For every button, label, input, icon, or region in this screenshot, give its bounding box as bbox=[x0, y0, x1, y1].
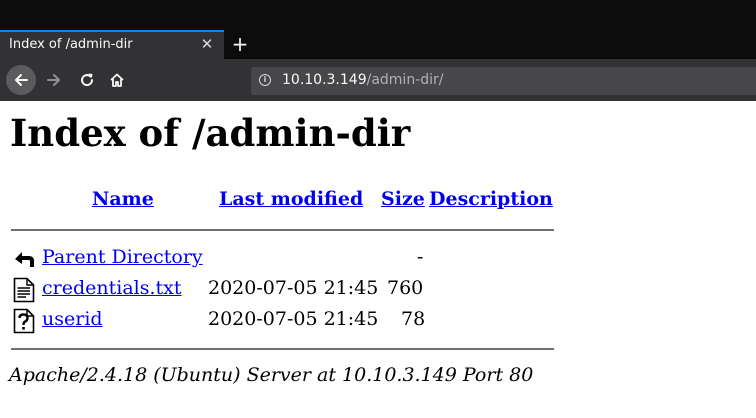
column-header-size[interactable]: Size bbox=[381, 188, 425, 210]
home-icon bbox=[110, 73, 124, 87]
reload-icon bbox=[81, 73, 94, 87]
column-header-last-modified[interactable]: Last modified bbox=[219, 188, 363, 210]
text-file-icon bbox=[13, 277, 35, 303]
url-host: 10.10.3.149 bbox=[282, 72, 367, 88]
modified-cell: 2020-07-05 21:45 bbox=[208, 308, 379, 330]
unknown-file-icon bbox=[13, 308, 35, 334]
size-cell: 78 bbox=[401, 308, 426, 330]
column-header-description[interactable]: Description bbox=[429, 188, 553, 210]
modified-cell: 2020-07-05 21:45 bbox=[208, 277, 379, 299]
parent-directory-icon bbox=[15, 252, 34, 267]
browser-chrome: Index of /admin-dir ✕ + i 10.10.3.149/ad… bbox=[0, 0, 756, 101]
footer-divider bbox=[11, 348, 554, 350]
forward-button[interactable] bbox=[39, 65, 69, 95]
close-icon[interactable]: ✕ bbox=[199, 35, 215, 53]
new-tab-button[interactable]: + bbox=[230, 33, 250, 55]
home-button[interactable] bbox=[102, 65, 132, 95]
url-text[interactable]: 10.10.3.149/admin-dir/ bbox=[282, 72, 444, 88]
reload-button[interactable] bbox=[72, 65, 102, 95]
directory-listing-page: Index of /admin-dir Name Last modified S… bbox=[0, 101, 756, 418]
file-link-userid[interactable]: userid bbox=[42, 308, 103, 330]
server-signature: Apache/2.4.18 (Ubuntu) Server at 10.10.3… bbox=[9, 364, 534, 386]
arrow-right-icon bbox=[47, 74, 60, 86]
tab-strip: Index of /admin-dir ✕ + bbox=[0, 0, 756, 59]
page-title: Index of /admin-dir bbox=[10, 111, 411, 155]
parent-directory-link[interactable]: Parent Directory bbox=[42, 246, 203, 268]
tab-admin-dir[interactable]: Index of /admin-dir ✕ bbox=[0, 30, 224, 59]
back-button[interactable] bbox=[6, 65, 36, 95]
info-icon[interactable]: i bbox=[259, 74, 271, 86]
arrow-left-icon bbox=[15, 74, 28, 86]
navigation-toolbar: i 10.10.3.149/admin-dir/ bbox=[0, 59, 756, 101]
url-path: /admin-dir/ bbox=[366, 72, 444, 88]
size-cell: 760 bbox=[387, 277, 424, 299]
tab-title: Index of /admin-dir bbox=[9, 37, 133, 52]
header-divider bbox=[11, 229, 554, 231]
address-bar[interactable]: i 10.10.3.149/admin-dir/ bbox=[251, 67, 756, 95]
column-header-name[interactable]: Name bbox=[92, 188, 154, 210]
size-cell: - bbox=[417, 246, 424, 268]
file-link-credentials[interactable]: credentials.txt bbox=[42, 277, 182, 299]
